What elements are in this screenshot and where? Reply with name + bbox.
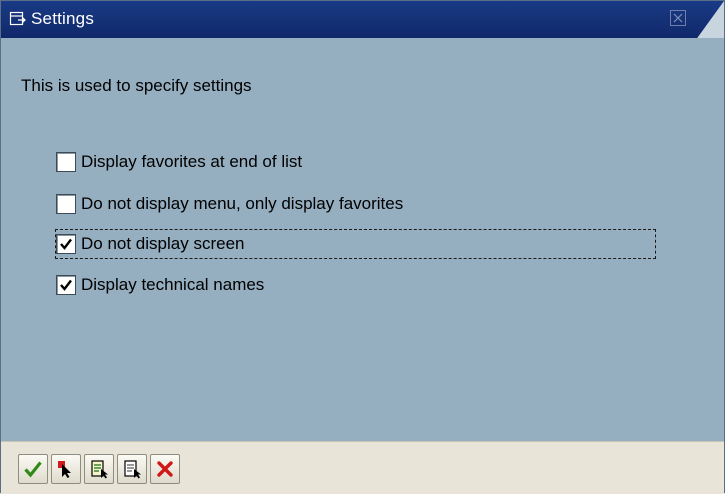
checkmark-icon xyxy=(60,238,72,250)
option-label: Display technical names xyxy=(81,275,265,294)
option-label: Do not display screen xyxy=(81,234,245,253)
checkbox[interactable] xyxy=(56,194,76,214)
option-display-technical-names[interactable]: Display technical names xyxy=(56,271,264,299)
option-do-not-display-screen[interactable]: Do not display screen xyxy=(55,229,656,259)
option-label: Do not display menu, only display favori… xyxy=(81,194,404,213)
checkbox[interactable] xyxy=(56,275,76,295)
dialog-toolbar xyxy=(1,441,724,494)
window-menu-icon[interactable] xyxy=(9,10,27,28)
cancel-x-icon xyxy=(157,461,173,477)
dialog-content: This is used to specify settings Display… xyxy=(1,38,724,441)
overview-button[interactable] xyxy=(84,454,114,484)
option-display-favorites-at-end[interactable]: Display favorites at end of list xyxy=(56,148,302,176)
document-list-icon xyxy=(91,460,108,479)
close-icon xyxy=(673,13,683,23)
select-cursor-icon xyxy=(58,461,71,478)
title-bar-background xyxy=(1,1,724,38)
checkmark-icon xyxy=(60,279,72,291)
continue-button[interactable] xyxy=(18,454,48,484)
choose-button[interactable] xyxy=(51,454,81,484)
close-button[interactable] xyxy=(670,10,686,26)
checkbox[interactable] xyxy=(56,234,76,254)
option-only-display-favorites[interactable]: Do not display menu, only display favori… xyxy=(56,190,403,218)
document-edit-icon xyxy=(124,460,141,479)
details-button[interactable] xyxy=(117,454,147,484)
title-bar[interactable]: Settings xyxy=(1,1,724,38)
settings-dialog: Settings This is used to specify setting… xyxy=(0,0,725,494)
option-label: Display favorites at end of list xyxy=(81,152,303,171)
checkmark-icon xyxy=(24,461,42,478)
dialog-description: This is used to specify settings xyxy=(21,76,252,95)
cancel-button[interactable] xyxy=(150,454,180,484)
window-title: Settings xyxy=(31,9,95,28)
checkbox[interactable] xyxy=(56,152,76,172)
